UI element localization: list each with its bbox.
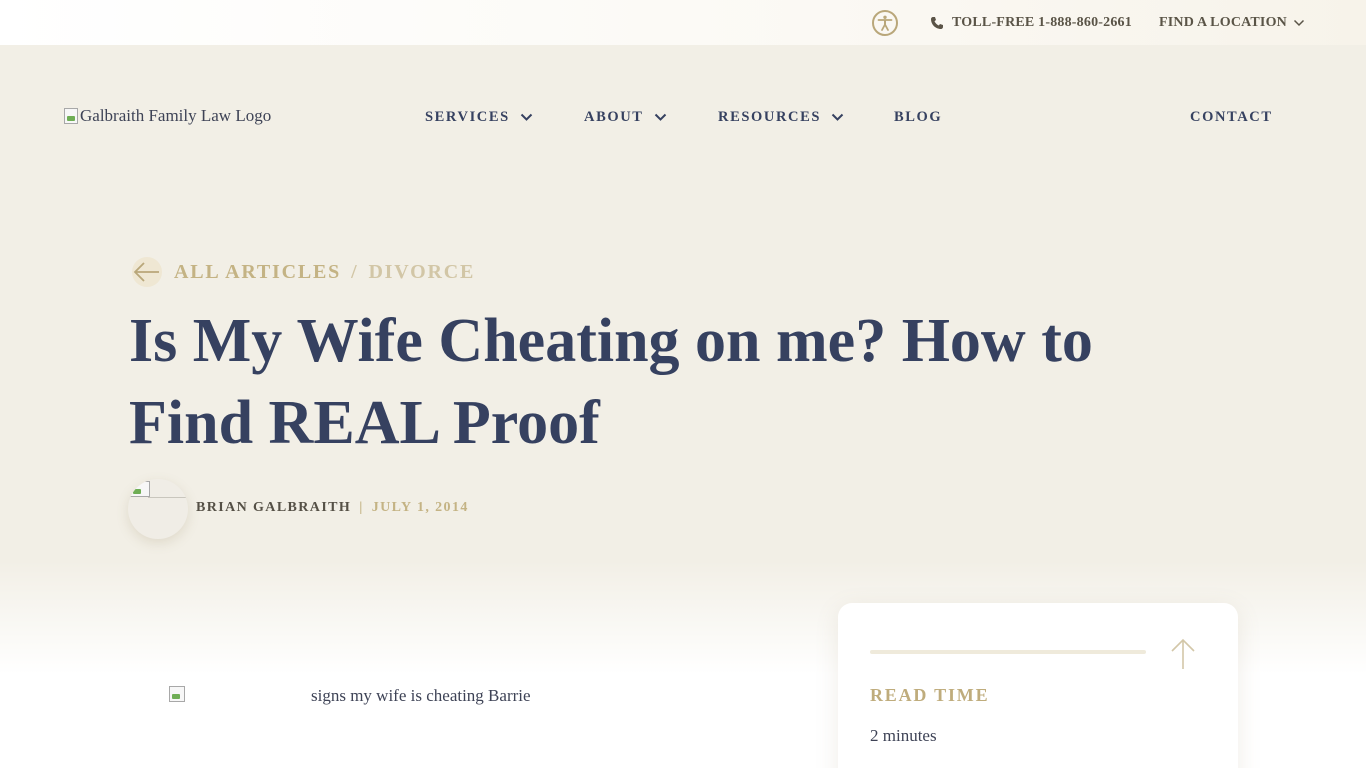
article-meta: BRIAN GALBRAITH | JULY 1, 2014 <box>196 499 469 517</box>
avatar-divider <box>148 497 188 498</box>
nav-contact-label: CONTACT <box>1190 108 1273 125</box>
nav-about[interactable]: ABOUT <box>584 108 667 126</box>
accessibility-icon[interactable] <box>872 10 898 36</box>
nav-services-label: SERVICES <box>425 108 510 125</box>
phone-label: TOLL-FREE 1-888-860-2661 <box>952 15 1132 30</box>
read-time-value: 2 minutes <box>870 726 937 745</box>
nav-resources-label: RESOURCES <box>718 108 822 125</box>
phone-icon <box>931 17 943 29</box>
read-time-label: READ TIME <box>870 685 990 705</box>
chevron-down-icon <box>520 113 533 121</box>
arrow-up-icon[interactable] <box>1170 637 1196 671</box>
avatar <box>128 479 188 539</box>
publish-date: JULY 1, 2014 <box>371 500 469 515</box>
logo-image-placeholder <box>64 108 78 124</box>
site-logo[interactable]: Galbraith Family Law Logo <box>64 106 271 126</box>
avatar-image-placeholder <box>130 481 150 497</box>
author-name[interactable]: BRIAN GALBRAITH <box>196 500 351 516</box>
nav-resources[interactable]: RESOURCES <box>718 108 844 126</box>
chevron-down-icon <box>1293 19 1305 27</box>
breadcrumb: ALL ARTICLES / DIVORCE <box>132 257 475 287</box>
top-utility-bar: TOLL-FREE 1-888-860-2661 FIND A LOCATION <box>0 0 1366 45</box>
breadcrumb-category[interactable]: DIVORCE <box>368 261 475 284</box>
breadcrumb-all-articles[interactable]: ALL ARTICLES <box>174 261 341 284</box>
back-to-articles-button[interactable] <box>132 257 162 287</box>
find-location-label: FIND A LOCATION <box>1159 15 1287 30</box>
chevron-down-icon <box>831 113 844 121</box>
find-location-dropdown[interactable]: FIND A LOCATION <box>1159 14 1305 32</box>
date-separator: | <box>359 500 364 515</box>
nav-about-label: ABOUT <box>584 108 644 125</box>
page-title: Is My Wife Cheating on me? How to Find R… <box>129 307 1093 457</box>
nav-blog[interactable]: BLOG <box>894 108 942 126</box>
reading-progress-bar <box>870 650 1146 654</box>
nav-services[interactable]: SERVICES <box>425 108 533 126</box>
logo-alt-text: Galbraith Family Law Logo <box>80 106 272 125</box>
arrow-left-icon <box>133 262 159 282</box>
article-image-placeholder <box>169 686 185 702</box>
breadcrumb-separator: / <box>351 260 359 283</box>
article-image-alt: signs my wife is cheating Barrie <box>311 686 531 705</box>
phone-link[interactable]: TOLL-FREE 1-888-860-2661 <box>930 14 1132 32</box>
read-time-card: READ TIME 2 minutes <box>838 603 1238 768</box>
nav-blog-label: BLOG <box>894 108 943 125</box>
article-hero-image: signs my wife is cheating Barrie <box>169 686 531 706</box>
nav-contact[interactable]: CONTACT <box>1190 108 1273 126</box>
chevron-down-icon <box>654 113 666 121</box>
